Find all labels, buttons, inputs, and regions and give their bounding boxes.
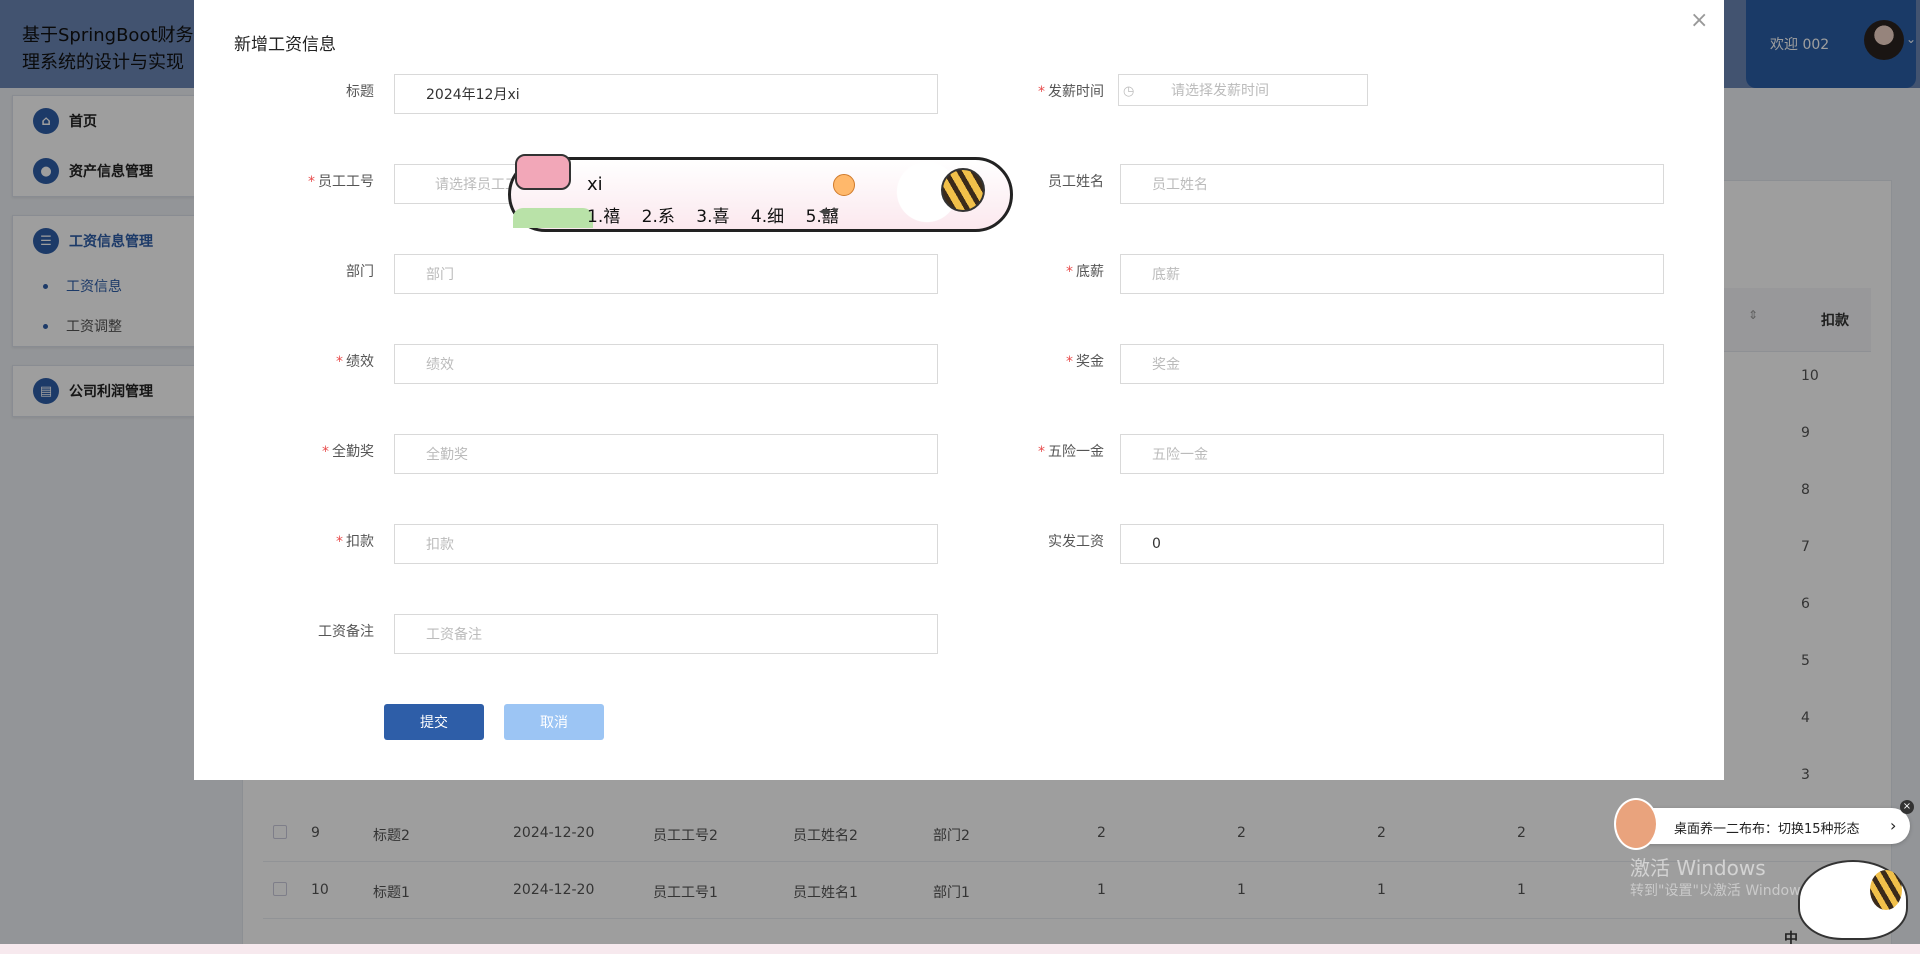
ime-candidate[interactable]: 2.系 — [642, 207, 675, 227]
chevron-right-icon[interactable]: › — [1890, 816, 1896, 835]
dog-bee-mascot-icon — [887, 148, 987, 228]
dialog-title: 新增工资信息 — [234, 35, 336, 55]
label-base: * 底薪 — [1066, 264, 1104, 280]
attendance-bonus-input[interactable]: 全勤奖 — [394, 434, 938, 474]
performance-input[interactable]: 绩效 — [394, 344, 938, 384]
ime-pager-icon[interactable]: ◂▸▾ — [819, 204, 839, 219]
label-insurance: * 五险一金 — [1038, 444, 1104, 460]
deduction-input[interactable]: 扣款 — [394, 524, 938, 564]
bottom-strip — [0, 944, 1920, 954]
label-deduct: * 扣款 — [336, 534, 374, 550]
label-actual: 实发工资 — [1048, 534, 1104, 550]
close-icon[interactable]: × — [1900, 800, 1914, 814]
emoji-icon[interactable] — [833, 174, 855, 196]
toast-text: 桌面养一二布布：切换15种形态 — [1674, 822, 1860, 837]
ime-candidate[interactable]: 3.喜 — [696, 207, 729, 227]
cancel-button[interactable]: 取消 — [504, 704, 604, 740]
label-attend: * 全勤奖 — [322, 444, 374, 460]
insurance-input[interactable]: 五险一金 — [1120, 434, 1664, 474]
title-input[interactable]: 2024年12月xi — [394, 74, 938, 114]
label-pay-time: * 发薪时间 — [1038, 84, 1104, 100]
clock-icon: ◷ — [1123, 84, 1135, 99]
mailbox-icon — [515, 154, 571, 190]
desktop-pet-icon[interactable] — [1798, 860, 1908, 940]
ime-candidates: 1.禧 2.系 3.喜 4.细 5.囍 — [587, 202, 855, 227]
remark-input[interactable]: 工资备注 — [394, 614, 938, 654]
ime-composition: xi — [587, 174, 603, 195]
label-emp-no: * 员工工号 — [308, 174, 374, 190]
ime-candidate-window: xi 1.禧 2.系 3.喜 4.细 5.囍 ◂▸▾ — [508, 148, 1013, 232]
emp-name-input[interactable]: 员工姓名 — [1120, 164, 1664, 204]
grass-decoration — [513, 208, 593, 228]
label-dept: 部门 — [346, 264, 374, 280]
ime-candidate[interactable]: 1.禧 — [587, 207, 620, 227]
activation-watermark-title: 激活 Windows — [1630, 856, 1766, 880]
ime-candidate[interactable]: 4.细 — [751, 207, 784, 227]
label-perf: * 绩效 — [336, 354, 374, 370]
bear-icon — [1614, 798, 1658, 850]
activation-watermark-subtitle: 转到"设置"以激活 Windows。 — [1630, 883, 1822, 899]
label-bonus: * 奖金 — [1066, 354, 1104, 370]
pay-time-placeholder: 请选择发薪时间 — [1171, 83, 1269, 99]
base-salary-input[interactable]: 底薪 — [1120, 254, 1664, 294]
label-title: 标题 — [346, 84, 374, 100]
close-icon[interactable]: × — [1690, 8, 1708, 33]
desktop-pet-toast[interactable]: 桌面养一二布布：切换15种形态 › × — [1614, 798, 1914, 850]
actual-salary-input[interactable]: 0 — [1120, 524, 1664, 564]
pay-time-picker[interactable]: ◷ 请选择发薪时间 — [1118, 74, 1368, 106]
dept-input[interactable]: 部门 — [394, 254, 938, 294]
bonus-input[interactable]: 奖金 — [1120, 344, 1664, 384]
submit-button[interactable]: 提交 — [384, 704, 484, 740]
add-salary-dialog: 新增工资信息 × 标题 2024年12月xi * 发薪时间 ◷ 请选择发薪时间 *… — [194, 0, 1724, 780]
label-remark: 工资备注 — [318, 624, 374, 640]
